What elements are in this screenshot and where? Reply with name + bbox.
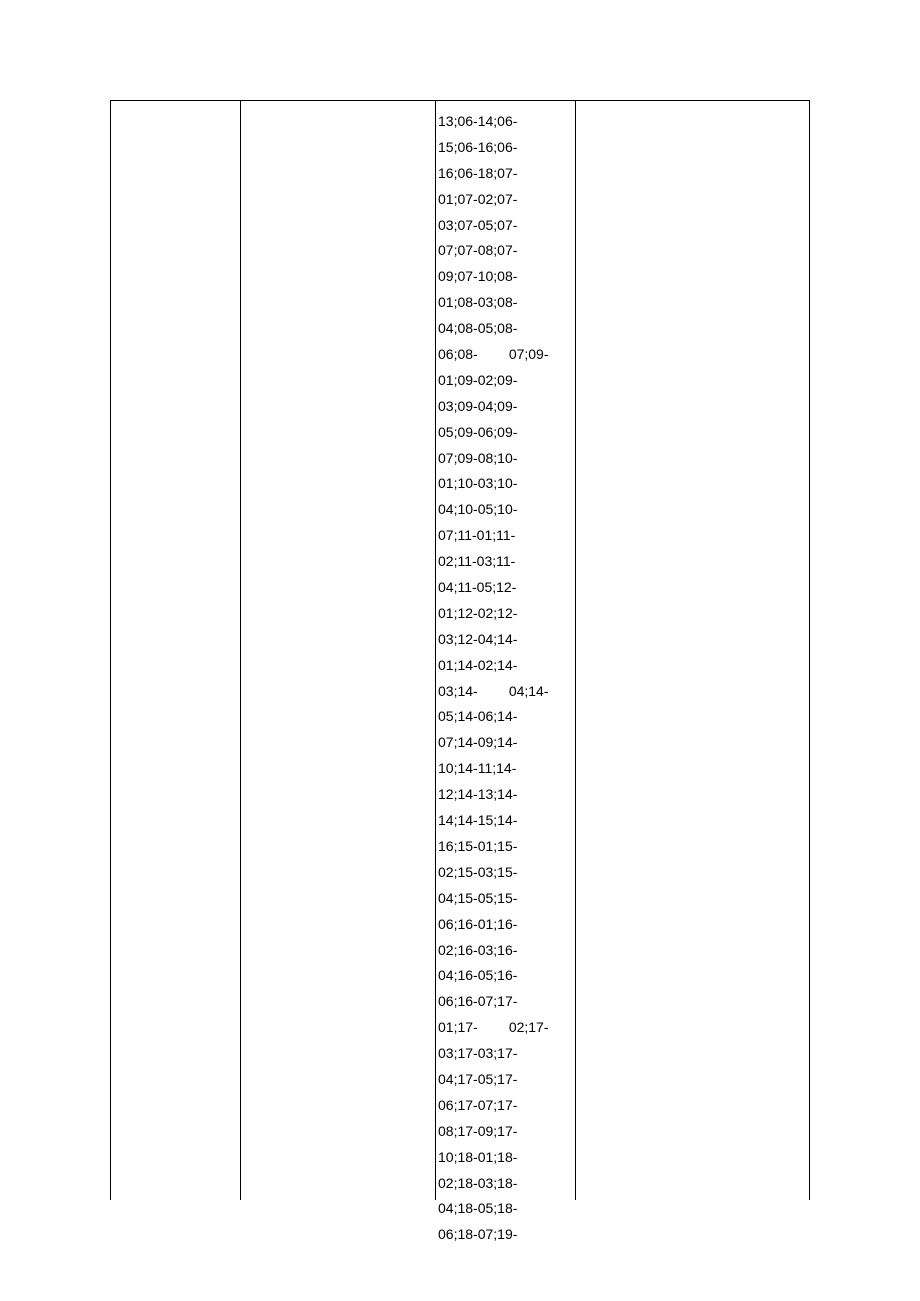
cell-line: 02;18-03;18- [438,1171,573,1197]
cell-line: 16;06-18;07- [438,161,573,187]
cell-line: 08;17-09;17- [438,1119,573,1145]
cell-line: 02;16-03;16- [438,938,573,964]
cell-line: 04;16-05;16- [438,963,573,989]
cell-line: 04;08-05;08- [438,316,573,342]
cell-line: 03;07-05;07- [438,213,573,239]
cell-line: 01;14-02;14- [438,653,573,679]
cell-line: 10;14-11;14- [438,756,573,782]
table-column-3: 13;06-14;06- 15;06-16;06- 16;06-18;07- 0… [436,101,576,1200]
cell-line: 04;17-05;17- [438,1067,573,1093]
cell-line: 04;15-05;15- [438,886,573,912]
cell-line: 01;07-02;07- [438,187,573,213]
cell-line: 15;06-16;06- [438,135,573,161]
cell-line: 07;09-08;10- [438,446,573,472]
cell-line: 06;08- 07;09- [438,342,573,368]
table-column-2 [241,101,436,1200]
cell-line: 04;11-05;12- [438,575,573,601]
cell-line: 01;09-02;09- [438,368,573,394]
cell-line: 07;07-08;07- [438,238,573,264]
cell-line: 01;12-02;12- [438,601,573,627]
cell-line: 03;09-04;09- [438,394,573,420]
cell-line: 06;17-07;17- [438,1093,573,1119]
cell-line: 03;17-03;17- [438,1041,573,1067]
cell-line: 13;06-14;06- [438,109,573,135]
table: 13;06-14;06- 15;06-16;06- 16;06-18;07- 0… [110,100,810,1200]
cell-line: 04;18-05;18- [438,1196,573,1222]
cell-line: 10;18-01;18- [438,1145,573,1171]
cell-line: 07;14-09;14- [438,730,573,756]
table-column-4 [576,101,809,1200]
cell-line: 03;14- 04;14- [438,679,573,705]
cell-line: 14;14-15;14- [438,808,573,834]
cell-line: 06;16-07;17- [438,989,573,1015]
cell-line: 09;07-10;08- [438,264,573,290]
cell-line: 02;11-03;11- [438,549,573,575]
cell-line: 07;11-01;11- [438,523,573,549]
cell-line: 16;15-01;15- [438,834,573,860]
cell-line: 05;14-06;14- [438,704,573,730]
cell-line: 06;16-01;16- [438,912,573,938]
cell-line: 01;10-03;10- [438,471,573,497]
cell-line: 05;09-06;09- [438,420,573,446]
cell-line: 01;08-03;08- [438,290,573,316]
cell-line: 04;10-05;10- [438,497,573,523]
cell-line: 02;15-03;15- [438,860,573,886]
cell-line: 03;12-04;14- [438,627,573,653]
cell-line: 06;18-07;19- [438,1222,573,1248]
cell-line: 12;14-13;14- [438,782,573,808]
cell-line: 01;17- 02;17- [438,1015,573,1041]
table-column-1 [111,101,241,1200]
